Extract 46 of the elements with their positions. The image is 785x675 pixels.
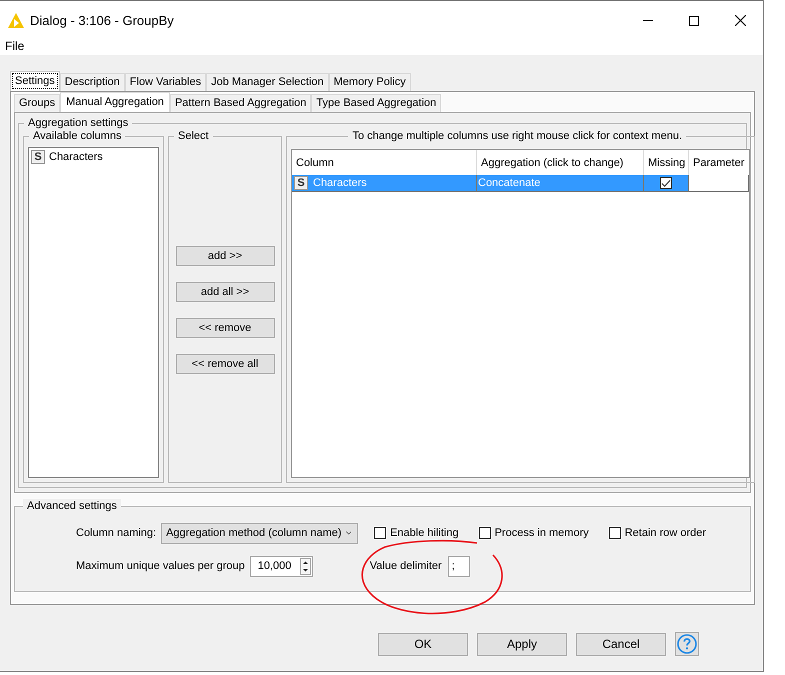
spinner-arrows-icon [300, 558, 311, 574]
field-label: Maximum unique values per group [76, 560, 245, 572]
close-icon[interactable] [735, 15, 746, 26]
tab[interactable]: Job Manager Selection [206, 73, 329, 91]
group-title: Advanced settings [23, 499, 121, 513]
type-icon: S [294, 176, 308, 190]
caret-icon [346, 530, 352, 536]
tab[interactable]: Pattern Based Aggregation [170, 94, 312, 112]
checkbox-label: Process in memory [494, 527, 589, 539]
checkbox[interactable] [374, 527, 386, 539]
checkbox-label: Enable hiliting [390, 527, 459, 539]
select-button[interactable]: << remove all [176, 354, 274, 374]
menu-item[interactable]: File [5, 40, 24, 52]
table-row[interactable]: S Characters Concatenate [292, 175, 749, 192]
checkbox-label: Retain row order [624, 527, 706, 539]
column-naming-dropdown[interactable]: Aggregation method (column name) [161, 522, 358, 544]
select-button[interactable]: add all >> [176, 282, 274, 302]
table-cell: Characters [313, 177, 367, 189]
tab[interactable]: Flow Variables [124, 73, 206, 91]
help-button[interactable] [675, 632, 699, 656]
delimiter-field[interactable]: ; [448, 556, 470, 576]
dialog-button[interactable]: OK [378, 632, 468, 656]
number-spinner[interactable]: 10,000 [250, 556, 313, 576]
checkbox[interactable] [608, 527, 621, 539]
group-title: Aggregation settings [24, 116, 132, 130]
tab[interactable]: Manual Aggregation [60, 92, 170, 112]
checkbox[interactable] [660, 177, 672, 189]
checkbox[interactable] [478, 527, 491, 539]
tab[interactable]: Groups [14, 94, 60, 112]
window-title: Dialog - 3:106 - GroupBy [30, 13, 174, 28]
list-item[interactable]: Characters [49, 151, 103, 163]
group-title: To change multiple columns use right mouse click for context menu. [348, 129, 686, 143]
type-icon: S [31, 150, 45, 164]
maximize-icon[interactable] [689, 16, 699, 26]
column-header[interactable]: Parameter [689, 150, 749, 175]
tab[interactable]: Type Based Aggregation [311, 94, 442, 112]
dialog-button[interactable]: Apply [477, 632, 567, 656]
tab[interactable]: Settings [10, 71, 60, 91]
select-button[interactable]: << remove [176, 318, 274, 338]
tab[interactable]: Memory Policy [328, 73, 411, 91]
field-label: Column naming: [76, 527, 156, 539]
tab[interactable]: Description [60, 73, 125, 91]
select-button[interactable]: add >> [176, 246, 274, 266]
field-label: Value delimiter [370, 560, 442, 572]
dialog-button[interactable]: Cancel [576, 632, 666, 656]
triangle-icon [8, 13, 24, 28]
